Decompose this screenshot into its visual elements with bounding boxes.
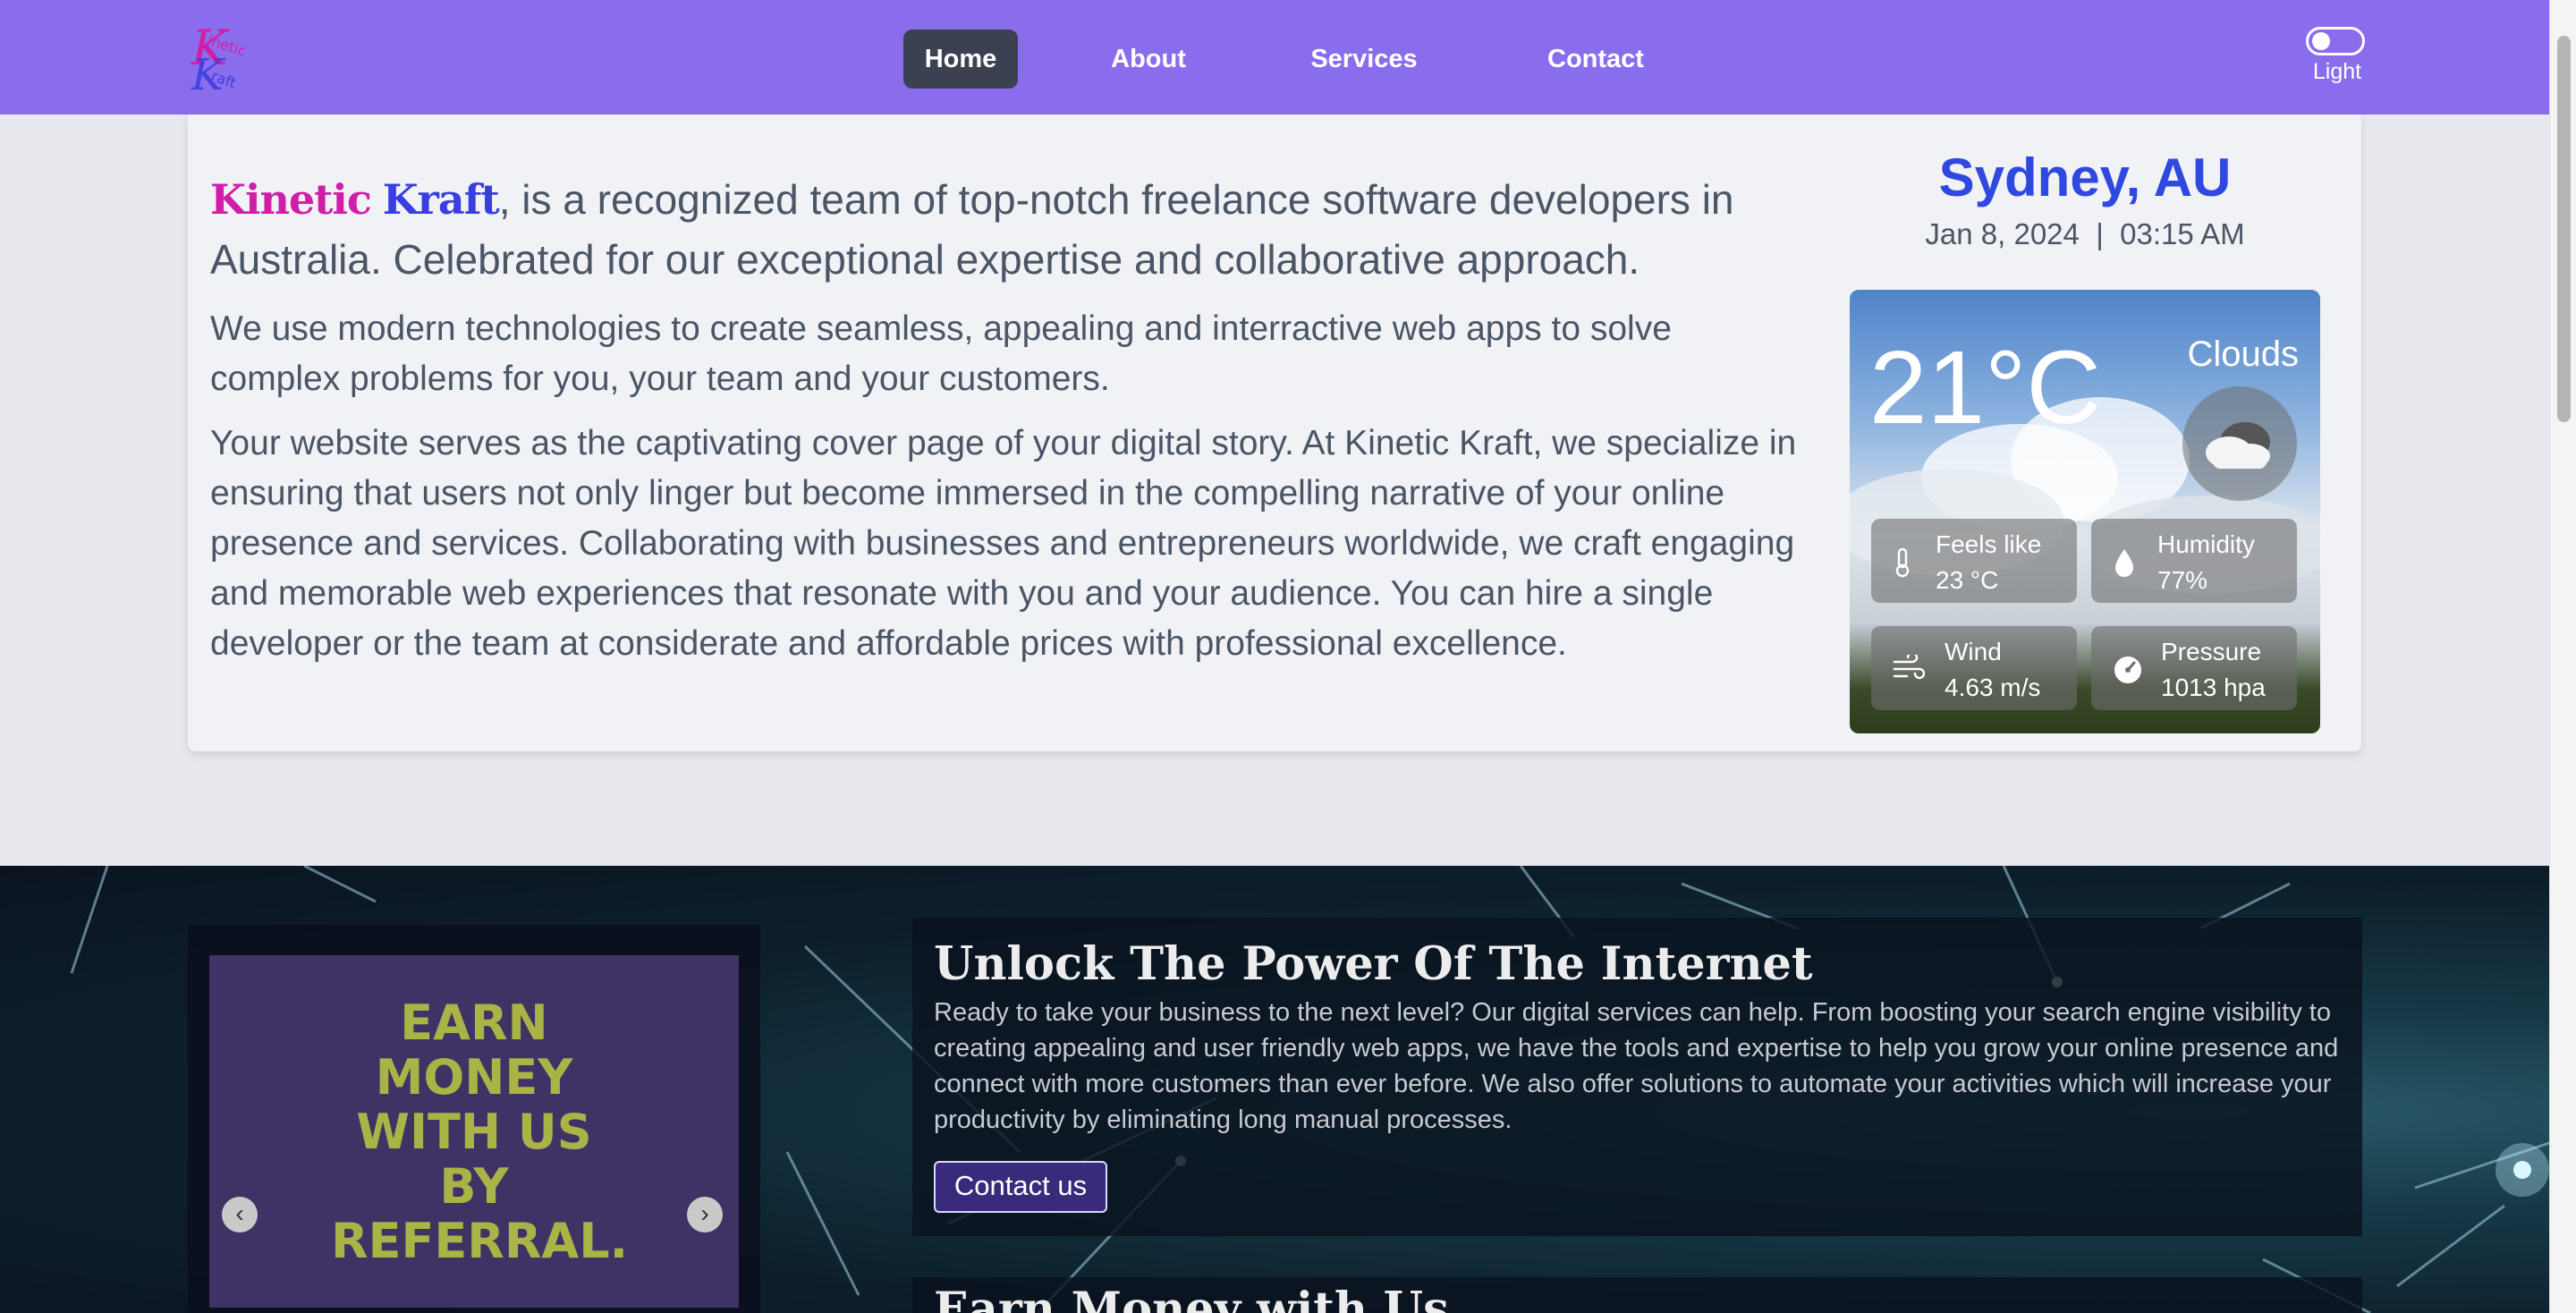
intro-paragraph-2: Your website serves as the captivating c… bbox=[210, 424, 1797, 663]
thermometer-icon bbox=[1893, 547, 1912, 584]
toggle-switch[interactable] bbox=[2306, 27, 2365, 55]
intro-text: Kinetic Kraft, is a recognized team of t… bbox=[210, 170, 1802, 669]
scrollbar-thumb[interactable] bbox=[2557, 36, 2571, 422]
nav-about[interactable]: About bbox=[1098, 30, 1199, 89]
scrollbar[interactable] bbox=[2549, 0, 2576, 1313]
intro-paragraph-1: We use modern technologies to create sea… bbox=[210, 309, 1672, 398]
logo[interactable]: K inetic K raft bbox=[188, 20, 259, 95]
toggle-knob bbox=[2312, 32, 2330, 50]
contact-us-button[interactable]: Contact us bbox=[934, 1161, 1107, 1213]
pressure-label: Pressure bbox=[2161, 638, 2262, 665]
promo-title: Unlock The Power Of The Internet bbox=[934, 937, 1813, 991]
pressure-value: 1013 hpa bbox=[2161, 673, 2266, 701]
nav-home[interactable]: Home bbox=[903, 30, 1018, 89]
weather-widget: Sydney, AU Jan 8, 2024 | 03:15 AM 21°C C… bbox=[1850, 141, 2320, 733]
weather-time: 03:15 AM bbox=[2120, 217, 2245, 250]
nav-services[interactable]: Services bbox=[1297, 30, 1431, 89]
weather-card: 21°C Clouds Feels like 23 °C Humidity 77… bbox=[1850, 290, 2320, 733]
weather-city: Sydney, AU bbox=[1938, 148, 2232, 208]
wind-icon bbox=[1893, 651, 1926, 688]
promo-text: Ready to take your business to the next … bbox=[934, 998, 2339, 1134]
slide-text: Earn money with us by referral. bbox=[331, 994, 629, 1269]
carousel-next-button[interactable]: › bbox=[687, 1197, 723, 1233]
services-banner: Earn money with us by referral. ‹ › Unlo… bbox=[0, 866, 2576, 1313]
carousel: Earn money with us by referral. ‹ › bbox=[188, 925, 760, 1313]
wind-tile: Wind 4.63 m/s bbox=[1871, 626, 2077, 710]
weather-condition: Clouds bbox=[2187, 335, 2299, 374]
clouds-icon bbox=[2182, 386, 2297, 501]
navbar: K inetic K raft Home About Services Cont… bbox=[0, 0, 2576, 114]
feels-like-value: 23 °C bbox=[1936, 566, 1999, 594]
carousel-prev-button[interactable]: ‹ bbox=[222, 1197, 258, 1233]
hero-card: Kinetic Kraft, is a recognized team of t… bbox=[188, 114, 2361, 751]
promo-card: Unlock The Power Of The Internet Ready t… bbox=[912, 918, 2362, 1236]
theme-toggle[interactable]: Light bbox=[2295, 27, 2379, 89]
feels-like-label: Feels like bbox=[1936, 530, 2042, 558]
brand-name-kinetic: Kinetic bbox=[210, 175, 372, 224]
nav-contact[interactable]: Contact bbox=[1526, 30, 1665, 89]
weather-temperature: 21°C bbox=[1869, 329, 2102, 445]
humidity-tile: Humidity 77% bbox=[2091, 519, 2297, 603]
theme-label: Light bbox=[2312, 59, 2362, 84]
feels-like-tile: Feels like 23 °C bbox=[1871, 519, 2077, 603]
promo-card-2: Earn Money with Us bbox=[912, 1277, 2362, 1313]
wind-label: Wind bbox=[1945, 638, 2002, 665]
weather-datetime: Jan 8, 2024 | 03:15 AM bbox=[1850, 215, 2320, 254]
brand-name-kraft: Kraft bbox=[382, 175, 500, 224]
droplet-icon bbox=[2113, 547, 2136, 584]
weather-separator: | bbox=[2096, 217, 2104, 250]
gauge-icon bbox=[2113, 655, 2143, 691]
weather-date: Jan 8, 2024 bbox=[1925, 217, 2080, 250]
carousel-slide[interactable]: Earn money with us by referral. bbox=[209, 955, 739, 1308]
promo-title-2: Earn Money with Us bbox=[934, 1283, 1449, 1313]
wind-value: 4.63 m/s bbox=[1945, 673, 2041, 701]
humidity-label: Humidity bbox=[2157, 530, 2255, 558]
humidity-value: 77% bbox=[2157, 566, 2208, 594]
pressure-tile: Pressure 1013 hpa bbox=[2091, 626, 2297, 710]
intro-lead: Kinetic Kraft, is a recognized team of t… bbox=[210, 170, 1802, 290]
